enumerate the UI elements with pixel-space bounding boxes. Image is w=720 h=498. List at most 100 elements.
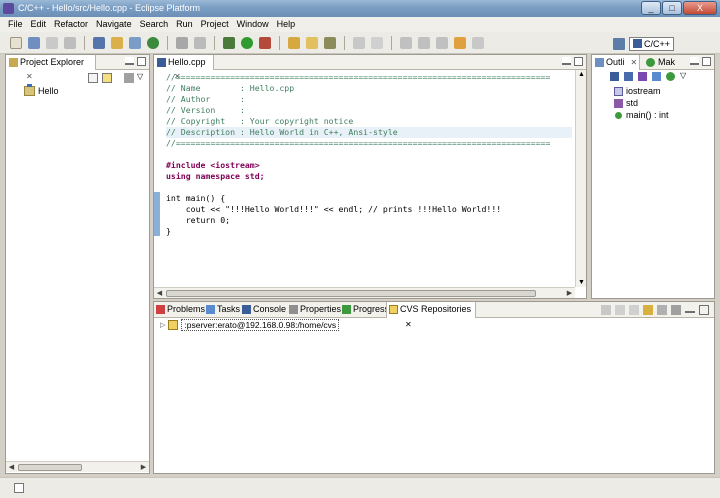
scroll-right-icon[interactable]: ▶	[139, 463, 148, 472]
maximize-view-icon[interactable]	[699, 305, 709, 315]
hide-static-icon[interactable]	[638, 72, 647, 81]
close-icon[interactable]: ✕	[405, 317, 412, 332]
maximize-button[interactable]: □	[662, 1, 682, 15]
group-includes-icon[interactable]	[666, 72, 675, 81]
minimize-view-icon[interactable]	[685, 305, 695, 313]
print-icon[interactable]	[64, 36, 76, 49]
view-controls	[690, 57, 711, 66]
new-project-icon[interactable]	[93, 36, 105, 49]
tab-project-explorer[interactable]: Project Explorer✕	[6, 55, 96, 81]
debug-icon[interactable]	[223, 36, 235, 49]
project-folder-icon	[24, 84, 35, 96]
outline-item-function[interactable]: main() : int	[614, 110, 669, 120]
scroll-up-icon[interactable]: ▲	[577, 70, 586, 79]
outline-item-include[interactable]: iostream	[614, 86, 661, 96]
forward-icon[interactable]	[472, 36, 484, 49]
scroll-thumb[interactable]	[18, 464, 82, 471]
tab-tasks[interactable]: Tasks	[204, 302, 240, 318]
fast-view-icon[interactable]	[14, 483, 24, 493]
open-type-icon[interactable]	[288, 36, 300, 49]
scroll-right-icon[interactable]: ▶	[565, 289, 574, 298]
minimize-button[interactable]: _	[641, 1, 661, 15]
refresh-icon[interactable]	[643, 305, 653, 315]
minimize-view-icon[interactable]	[562, 57, 571, 65]
menu-help[interactable]: Help	[273, 17, 300, 32]
view-menu-icon[interactable]	[124, 73, 134, 83]
new-folder-icon[interactable]	[111, 36, 123, 49]
view-menu-icon[interactable]	[671, 305, 681, 315]
menu-run[interactable]: Run	[172, 17, 197, 32]
hide-nonpublic-icon[interactable]	[652, 72, 661, 81]
run-icon[interactable]	[241, 36, 253, 49]
menu-edit[interactable]: Edit	[27, 17, 51, 32]
tab-cvs-repositories[interactable]: CVS Repositories ✕	[386, 302, 476, 329]
perspective-cpp-button[interactable]: C/C++	[628, 36, 674, 51]
back-icon[interactable]	[615, 305, 625, 315]
tab-progress[interactable]: Progress	[340, 302, 389, 318]
outline-item-namespace[interactable]: std	[614, 98, 638, 108]
chevron-down-icon[interactable]: ▽	[137, 73, 147, 83]
scroll-left-icon[interactable]: ◀	[7, 463, 16, 472]
next-annotation-icon[interactable]	[400, 36, 412, 49]
tab-label: Problems	[167, 304, 206, 314]
build-config-icon[interactable]	[194, 36, 206, 49]
tab-make-targets[interactable]: Mak	[644, 55, 675, 70]
tree-item-hello[interactable]: Hello	[24, 84, 59, 96]
collapse-all-icon[interactable]	[657, 305, 667, 315]
save-all-icon[interactable]	[46, 36, 58, 49]
show-whitespace-icon[interactable]	[371, 36, 383, 49]
console-icon	[242, 305, 251, 314]
open-perspective-icon[interactable]	[612, 37, 625, 50]
tab-outline[interactable]: Outli ✕	[592, 55, 640, 70]
menu-navigate[interactable]: Navigate	[92, 17, 136, 32]
horizontal-scrollbar[interactable]: ◀ ▶	[6, 461, 149, 472]
menu-search[interactable]: Search	[136, 17, 173, 32]
back-icon[interactable]	[454, 36, 466, 49]
horizontal-scrollbar[interactable]: ◀ ▶	[154, 287, 575, 298]
new-class-icon[interactable]	[147, 36, 159, 49]
tab-console[interactable]: Console	[240, 302, 286, 318]
vertical-scrollbar[interactable]: ▲ ▼	[575, 70, 586, 287]
last-edit-icon[interactable]	[436, 36, 448, 49]
link-with-editor-icon[interactable]	[102, 73, 112, 83]
minimize-view-icon[interactable]	[690, 57, 699, 65]
new-icon[interactable]	[10, 36, 22, 49]
maximize-view-icon[interactable]	[137, 57, 146, 66]
code-line: // Author :	[166, 94, 245, 104]
problems-icon	[156, 305, 165, 314]
save-icon[interactable]	[28, 36, 40, 49]
close-button[interactable]: X	[683, 1, 717, 15]
close-icon[interactable]: ✕	[631, 56, 638, 70]
external-tools-icon[interactable]	[259, 36, 271, 49]
expand-arrow-icon[interactable]: ▷	[160, 321, 165, 329]
collapse-all-icon[interactable]	[88, 73, 98, 83]
search-icon[interactable]	[324, 36, 336, 49]
editor-gutter	[154, 70, 162, 287]
cvs-repository-row[interactable]: ▷ :pserver:erato@192.168.0.98:/home/cvs	[160, 319, 340, 331]
add-repository-icon[interactable]	[601, 305, 611, 315]
minimize-view-icon[interactable]	[125, 57, 134, 65]
sort-icon[interactable]	[610, 72, 619, 81]
new-source-icon[interactable]	[129, 36, 141, 49]
forward-icon[interactable]	[629, 305, 639, 315]
window-title-bar[interactable]: C/C++ - Hello/src/Hello.cpp - Eclipse Pl…	[0, 0, 720, 17]
tab-problems[interactable]: Problems	[154, 302, 205, 318]
chevron-down-icon[interactable]: ▽	[680, 72, 689, 81]
tab-hello-cpp[interactable]: Hello.cpp✕	[154, 55, 214, 81]
build-icon[interactable]	[176, 36, 188, 49]
hide-fields-icon[interactable]	[624, 72, 633, 81]
scroll-down-icon[interactable]: ▼	[577, 278, 586, 287]
toggle-mark-icon[interactable]	[353, 36, 365, 49]
menu-file[interactable]: File	[4, 17, 27, 32]
maximize-view-icon[interactable]	[702, 57, 711, 66]
tab-properties[interactable]: Properties	[287, 302, 341, 318]
maximize-view-icon[interactable]	[574, 57, 583, 66]
menu-window[interactable]: Window	[233, 17, 273, 32]
menu-refactor[interactable]: Refactor	[50, 17, 92, 32]
previous-annotation-icon[interactable]	[418, 36, 430, 49]
scroll-left-icon[interactable]: ◀	[155, 289, 164, 298]
scroll-thumb[interactable]	[166, 290, 536, 297]
open-element-icon[interactable]	[306, 36, 318, 49]
code-area[interactable]: //======================================…	[166, 72, 572, 286]
menu-project[interactable]: Project	[197, 17, 233, 32]
